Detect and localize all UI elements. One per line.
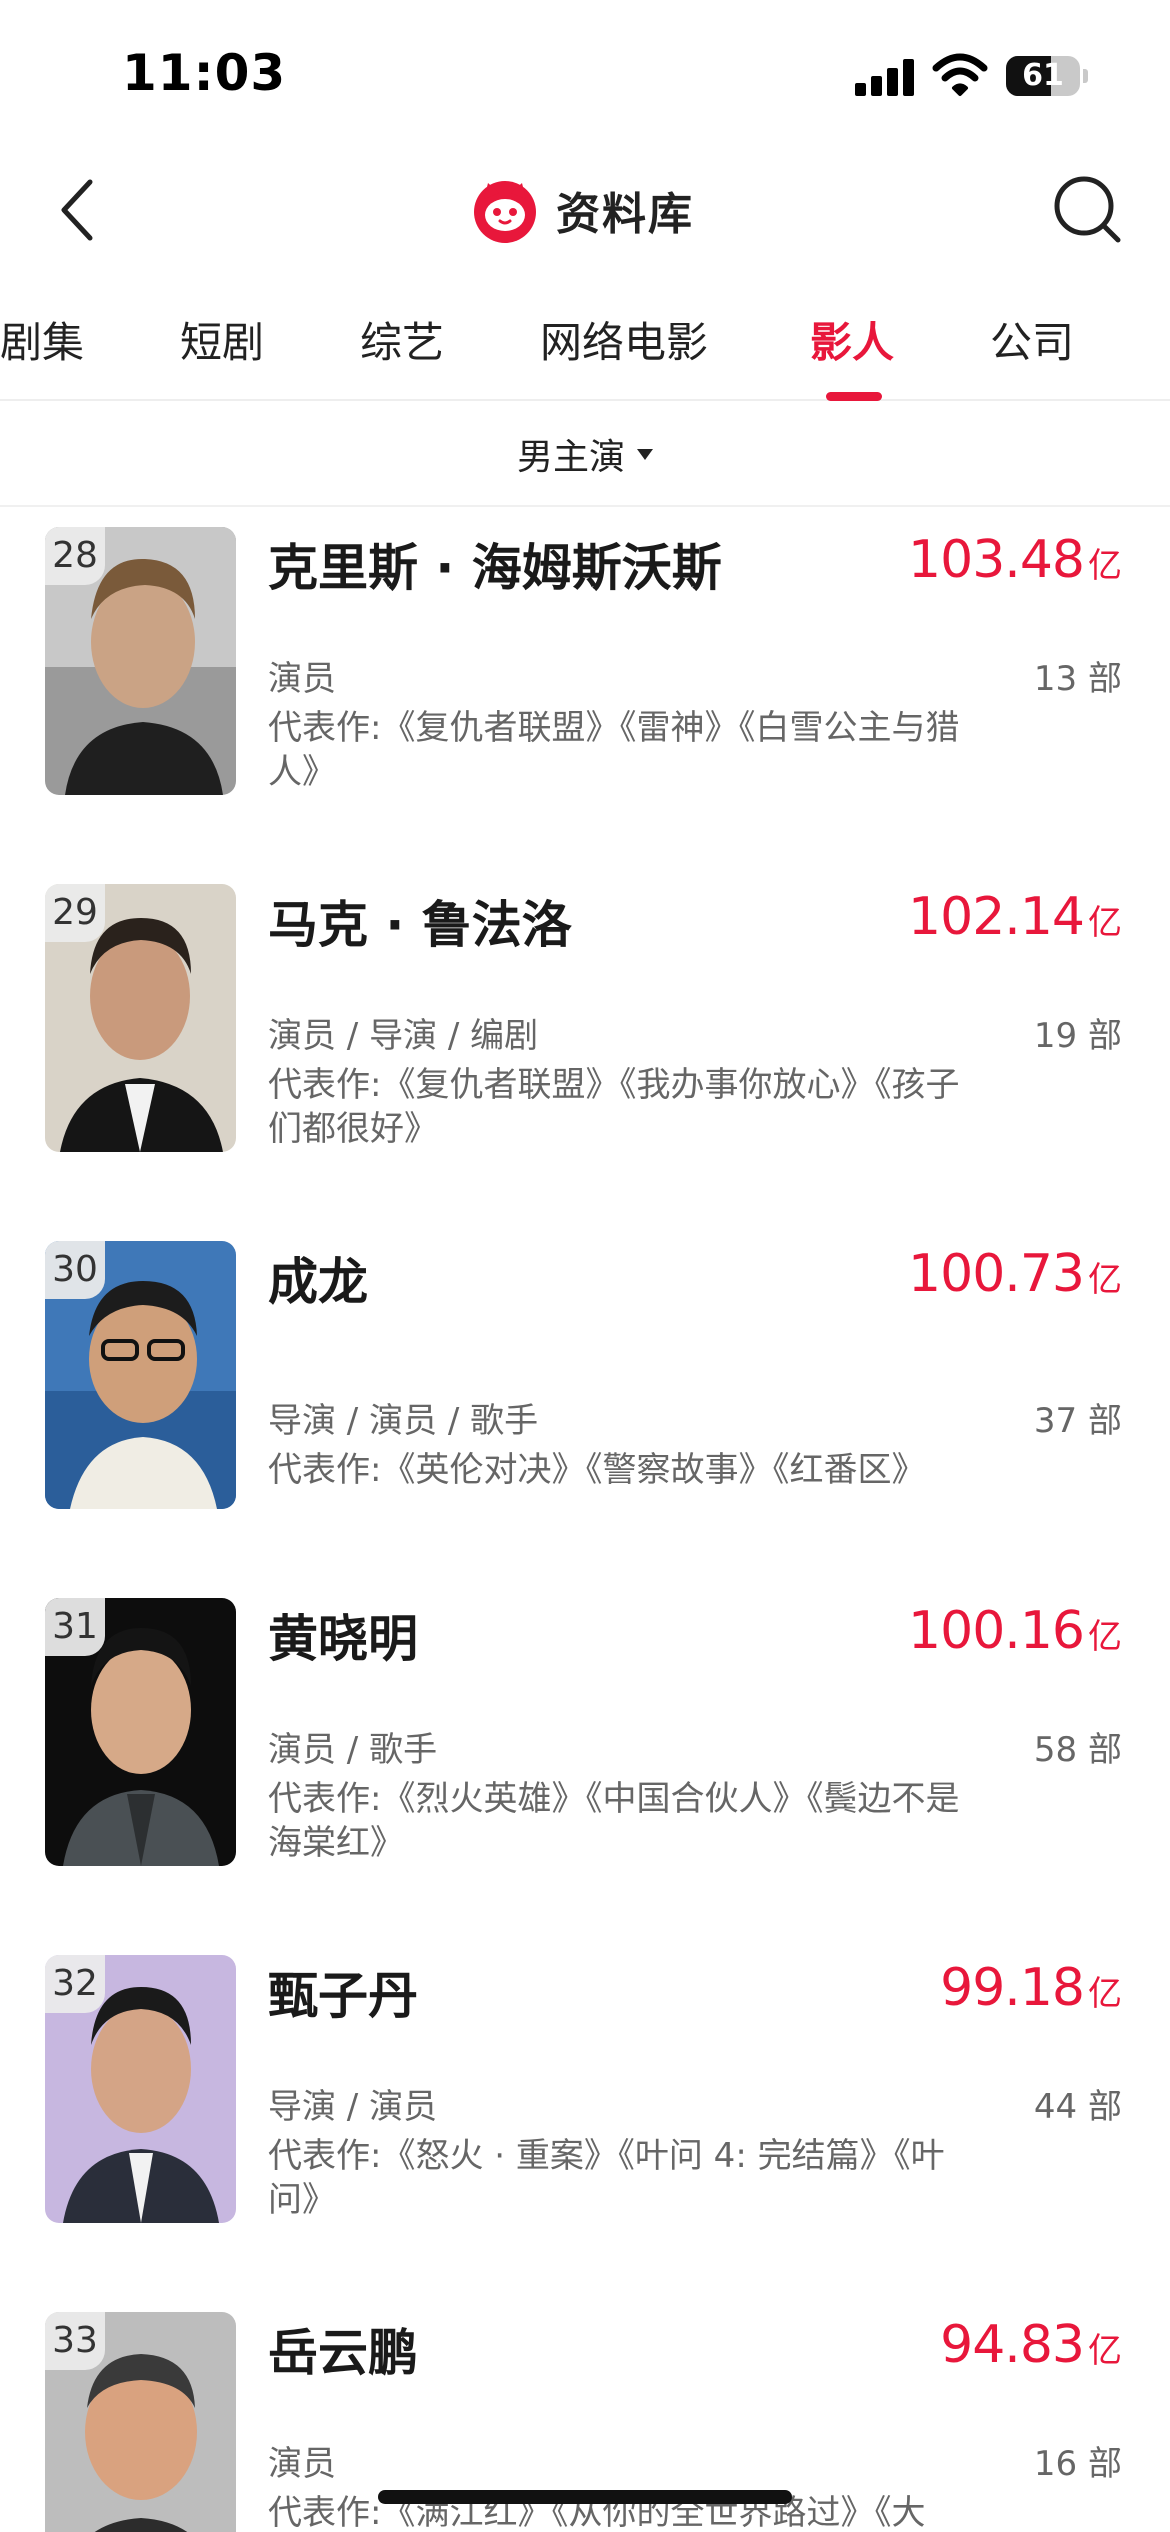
person-name: 克里斯 · 海姆斯沃斯: [268, 539, 722, 597]
box-office-unit: 亿: [1088, 546, 1122, 586]
tab-company[interactable]: 公司: [990, 309, 1074, 370]
box-office-value: 103.48: [908, 530, 1085, 590]
representative-works: 代表作:《复仇者联盟》《我办事你放心》《孩子们都很好》: [268, 1065, 960, 1149]
person-name: 黄晓明: [268, 1610, 418, 1668]
filter-label: 男主演: [516, 437, 625, 478]
box-office-unit: 亿: [1088, 1974, 1122, 2014]
avatar: 29: [45, 884, 236, 1152]
works-count: 37 部: [1033, 1401, 1122, 1441]
avatar: 32: [45, 1955, 236, 2223]
home-indicator[interactable]: [378, 2490, 792, 2504]
person-roles: 演员: [268, 2444, 336, 2484]
cellular-signal-icon: [855, 58, 915, 96]
tab-people[interactable]: 影人: [810, 309, 894, 370]
box-office-value: 100.16: [908, 1601, 1085, 1661]
person-name: 甄子丹: [268, 1967, 418, 2025]
status-bar: 11:03 61: [0, 0, 1170, 150]
works-count: 58 部: [1033, 1730, 1122, 1770]
page-title-group: 资料库: [470, 172, 694, 248]
box-office: 99.18 亿: [940, 1958, 1122, 2018]
tab-series[interactable]: 剧集: [0, 309, 84, 370]
representative-works: 代表作:《怒火 · 重案》《叶问 4: 完结篇》《叶问》: [268, 2136, 945, 2220]
list-item[interactable]: 31 黄晓明 100.16 亿 演员 / 歌手 58 部 代表作:《烈火英雄》《中…: [0, 1579, 1170, 1939]
rank-badge: 32: [45, 1955, 105, 2013]
box-office: 100.16 亿: [908, 1601, 1122, 1661]
box-office-unit: 亿: [1088, 2331, 1122, 2371]
avatar: 33: [45, 2312, 236, 2532]
status-time: 11:03: [122, 44, 287, 102]
box-office-value: 94.83: [940, 2315, 1085, 2375]
nav-bar: 资料库: [0, 150, 1170, 270]
representative-works: 代表作:《复仇者联盟》《雷神》《白雪公主与猎人》: [268, 708, 960, 792]
avatar: 28: [45, 527, 236, 795]
caret-down-icon: [637, 448, 653, 460]
box-office: 94.83 亿: [940, 2315, 1122, 2375]
rank-badge: 30: [45, 1241, 105, 1299]
cat-logo-icon: [474, 181, 536, 243]
role-filter-dropdown[interactable]: 男主演: [0, 403, 1170, 507]
box-office: 100.73 亿: [908, 1244, 1122, 1304]
rank-badge: 28: [45, 527, 105, 585]
person-roles: 演员 / 导演 / 编剧: [268, 1016, 539, 1056]
works-count: 16 部: [1033, 2444, 1122, 2484]
search-icon[interactable]: [1050, 172, 1126, 248]
box-office: 102.14 亿: [908, 887, 1122, 947]
box-office-unit: 亿: [1088, 1260, 1122, 1300]
chevron-left-icon[interactable]: [48, 172, 112, 248]
person-roles: 演员: [268, 659, 336, 699]
representative-works: 代表作:《英伦对决》《警察故事》《红番区》: [268, 1450, 926, 1490]
person-name: 马克 · 鲁法洛: [268, 896, 572, 954]
box-office-value: 100.73: [908, 1244, 1085, 1304]
avatar: 30: [45, 1241, 236, 1509]
box-office-value: 102.14: [908, 887, 1085, 947]
rank-badge: 31: [45, 1598, 105, 1656]
list-item[interactable]: 32 甄子丹 99.18 亿 导演 / 演员 44 部 代表作:《怒火 · 重案》…: [0, 1936, 1170, 2296]
list-item[interactable]: 30 成龙 100.73 亿 导演 / 演员 / 歌手 37 部 代表作:《英伦对…: [0, 1222, 1170, 1582]
wifi-icon: [932, 53, 988, 96]
page-title: 资料库: [556, 189, 694, 240]
list-item[interactable]: 28 克里斯 · 海姆斯沃斯 103.48 亿 演员 13 部 代表作:《复仇者联…: [0, 508, 1170, 868]
people-list: 28 克里斯 · 海姆斯沃斯 103.48 亿 演员 13 部 代表作:《复仇者联…: [0, 508, 1170, 2532]
person-roles: 导演 / 演员: [268, 2087, 438, 2127]
battery-level: 61: [1022, 58, 1064, 93]
battery-icon: 61: [1006, 56, 1088, 96]
rank-badge: 29: [45, 884, 105, 942]
category-tabs: 剧集 短剧 综艺 网络电影 影人 公司: [0, 285, 1170, 401]
list-item[interactable]: 29 马克 · 鲁法洛 102.14 亿 演员 / 导演 / 编剧 19 部 代表…: [0, 865, 1170, 1225]
active-tab-indicator: [826, 392, 882, 401]
person-roles: 导演 / 演员 / 歌手: [268, 1401, 539, 1441]
rank-badge: 33: [45, 2312, 105, 2370]
person-name: 岳云鹏: [268, 2324, 418, 2382]
tab-web-movie[interactable]: 网络电影: [540, 309, 708, 370]
tab-short-drama[interactable]: 短剧: [180, 309, 264, 370]
works-count: 13 部: [1033, 659, 1122, 699]
representative-works: 代表作:《烈火英雄》《中国合伙人》《鬓边不是海棠红》: [268, 1779, 960, 1863]
box-office-unit: 亿: [1088, 1617, 1122, 1657]
box-office-unit: 亿: [1088, 903, 1122, 943]
person-roles: 演员 / 歌手: [268, 1730, 438, 1770]
tab-variety[interactable]: 综艺: [360, 309, 444, 370]
person-name: 成龙: [268, 1253, 368, 1311]
avatar: 31: [45, 1598, 236, 1866]
works-count: 44 部: [1033, 2087, 1122, 2127]
box-office: 103.48 亿: [908, 530, 1122, 590]
box-office-value: 99.18: [940, 1958, 1085, 2018]
works-count: 19 部: [1033, 1016, 1122, 1056]
